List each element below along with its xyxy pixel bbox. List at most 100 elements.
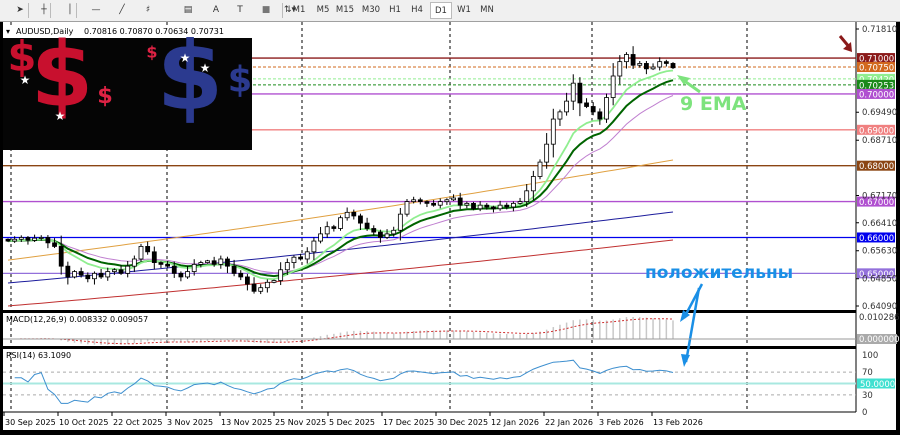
candle-body [397, 213, 403, 231]
bottom-border [0, 430, 900, 435]
fibonacci-icon[interactable]: ♯ [138, 2, 158, 19]
y-tick-label: 0.65630 [862, 247, 897, 257]
candle-body [404, 201, 410, 215]
macd-scale-zero: 0.000000 [859, 335, 900, 345]
candle [271, 279, 277, 284]
y-tick-label: 0.67170 [862, 191, 897, 201]
candle-body [38, 237, 44, 239]
candle [471, 201, 476, 211]
candle-body [231, 265, 237, 274]
y-tick-label: 0.68710 [862, 136, 897, 146]
candle-body [278, 269, 284, 281]
candle-body [590, 106, 596, 113]
crosshair-icon[interactable]: ┼ [34, 2, 54, 19]
candle-body [78, 271, 84, 276]
aud-usd-flag-image: $$ $$ $ $★★★★ [3, 22, 252, 150]
candle-body [218, 258, 224, 265]
candle-body [338, 217, 343, 229]
candle-body [304, 251, 310, 260]
candle-body [351, 211, 357, 217]
text-icon[interactable]: A [206, 2, 226, 19]
candle-body [18, 237, 24, 240]
fibo-channel-icon[interactable]: ▤ [178, 2, 198, 19]
timeframe-h1[interactable]: H1 [384, 2, 406, 19]
x-tick-label: 30 Dec 2025 [437, 418, 488, 427]
timeframe-m1[interactable]: M1 [288, 2, 310, 19]
candle-body [112, 269, 117, 272]
toolbar-separator [282, 3, 283, 18]
level-label: 0.69000 [859, 126, 894, 136]
candle-body [324, 226, 330, 235]
candle-body [72, 271, 77, 278]
price-chart[interactable]: 0.710000.707500.704200.702530.700000.690… [0, 22, 900, 435]
candle [537, 159, 543, 180]
candle-body [165, 263, 171, 267]
candle-body [105, 271, 111, 278]
candle-body [584, 102, 589, 107]
candle-body [264, 281, 270, 289]
candle-body [604, 97, 609, 120]
timeframe-m15[interactable]: M15 [334, 2, 356, 19]
candle-body [391, 229, 397, 235]
candle-body [597, 111, 603, 120]
candle [205, 259, 210, 264]
level-label: 0.66000 [859, 234, 894, 244]
candle-body [131, 258, 137, 267]
timeframe-m5[interactable]: M5 [312, 2, 334, 19]
candle-body [670, 63, 676, 69]
x-tick-label: 22 Jan 2026 [545, 418, 593, 427]
trendline-icon[interactable]: ╱ [112, 2, 132, 19]
candle-body [284, 262, 290, 271]
timeframe-mn[interactable]: MN [476, 2, 498, 19]
x-tick-label: 30 Sep 2025 [5, 418, 56, 427]
level-label: 0.70000 [859, 90, 894, 100]
timeframe-m30[interactable]: M30 [360, 2, 382, 19]
candle-body [444, 199, 450, 202]
timeframe-w1[interactable]: W1 [453, 2, 475, 19]
candle-body [610, 75, 616, 98]
candle-body [491, 206, 496, 210]
candle-body [205, 260, 210, 263]
candle-body [617, 61, 623, 77]
candle-body [258, 287, 264, 292]
candle-body [185, 271, 190, 278]
candle-body [550, 118, 556, 145]
positive-annotation: положительны [645, 263, 793, 283]
candle-body [637, 63, 643, 66]
star-icon: ★ [55, 109, 66, 123]
candle [604, 93, 609, 123]
collapse-arrow-icon[interactable]: ▾ [6, 27, 10, 36]
candle-body [570, 82, 576, 102]
candle-body [517, 201, 523, 204]
x-tick-label: 13 Nov 2025 [221, 418, 272, 427]
candle-body [377, 231, 383, 238]
candle-body [624, 54, 629, 63]
dollar-sign-icon: $ [97, 83, 113, 109]
candle-body [344, 211, 350, 219]
dollar-sign-icon: $ [228, 60, 252, 101]
x-tick-label: 3 Nov 2025 [167, 418, 213, 427]
text-label-icon[interactable]: T [230, 2, 250, 19]
timeframe-h4[interactable]: H4 [406, 2, 428, 19]
x-tick-label: 17 Dec 2025 [383, 418, 434, 427]
candle-body [510, 202, 516, 208]
candle-body [171, 265, 177, 274]
candle-body [650, 66, 656, 70]
candle-body [244, 276, 250, 285]
candle-body [577, 82, 583, 104]
candle-body [471, 202, 476, 210]
vertical-line-icon[interactable]: │ [60, 2, 80, 19]
macd-label: MACD(12,26,9) 0.008332 0.009057 [6, 315, 148, 324]
candle-body [457, 197, 463, 206]
rectangle-icon[interactable]: ■ [256, 2, 276, 19]
dollar-sign-icon: $ [157, 22, 224, 132]
timeframe-d1[interactable]: D1 [430, 2, 452, 19]
candle-body [431, 202, 437, 206]
cursor-icon[interactable]: ➤ [10, 2, 30, 19]
horizontal-line-icon[interactable]: — [86, 2, 106, 19]
candle-body [85, 274, 91, 280]
ema-annotation: 9 EMA [680, 93, 747, 115]
chart-ohlc: 0.70816 0.70870 0.70634 0.70731 [84, 27, 224, 36]
x-tick-label: 12 Jan 2026 [491, 418, 539, 427]
candle [338, 215, 343, 231]
